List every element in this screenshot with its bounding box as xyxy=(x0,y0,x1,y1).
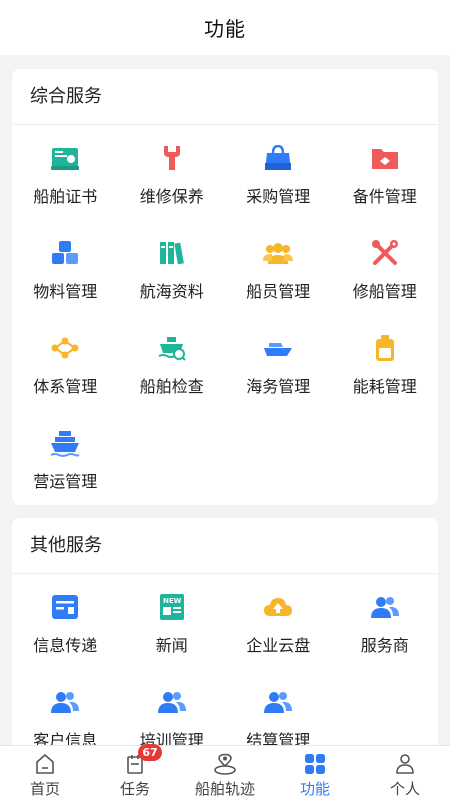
boat-icon xyxy=(263,333,293,363)
service-item-maritime[interactable]: 海务管理 xyxy=(225,315,332,410)
service-item-ship-repair[interactable]: 修船管理 xyxy=(332,220,439,315)
certificate-icon xyxy=(50,143,80,173)
service-label: 船舶证书 xyxy=(33,187,98,206)
home-icon xyxy=(33,752,57,776)
folder-icon xyxy=(370,143,400,173)
service-label: 信息传递 xyxy=(33,636,98,655)
network-icon xyxy=(50,333,80,363)
service-item-materials[interactable]: 物料管理 xyxy=(12,220,119,315)
section-general-services: 综合服务 船舶证书 维修保养 采购管理 备件管理 物料管理 航海资料 船员管理 … xyxy=(12,69,438,505)
service-label: 航海资料 xyxy=(139,282,204,301)
app-header: 功能 xyxy=(0,0,450,55)
service-label: 维修保养 xyxy=(139,187,204,206)
bottom-tab-bar: 首页 67 任务 船舶轨迹 功能 个人 xyxy=(0,744,450,800)
service-label: 服务商 xyxy=(360,636,409,655)
tools-icon xyxy=(370,238,400,268)
books-icon xyxy=(157,238,187,268)
tab-label: 个人 xyxy=(389,780,420,798)
service-item-training[interactable]: 培训管理 xyxy=(119,669,226,745)
service-label: 体系管理 xyxy=(33,377,98,396)
service-item-procurement[interactable]: 采购管理 xyxy=(225,125,332,220)
tab-functions[interactable]: 功能 xyxy=(270,746,360,800)
boxes-icon xyxy=(50,238,80,268)
service-label: 培训管理 xyxy=(139,731,204,745)
users-icon xyxy=(370,592,400,622)
grid-icon xyxy=(303,752,327,776)
service-item-providers[interactable]: 服务商 xyxy=(332,574,439,669)
tab-label: 任务 xyxy=(119,780,150,798)
task-count-badge: 67 xyxy=(138,744,162,761)
tab-label: 功能 xyxy=(299,780,330,798)
crew-icon xyxy=(263,238,294,268)
service-label: 客户信息 xyxy=(33,731,98,745)
service-item-news[interactable]: NEW 新闻 xyxy=(119,574,226,669)
service-item-system-management[interactable]: 体系管理 xyxy=(12,315,119,410)
users-icon xyxy=(50,687,80,717)
service-label: 物料管理 xyxy=(33,282,98,301)
tab-home[interactable]: 首页 xyxy=(0,746,90,800)
svg-text:NEW: NEW xyxy=(163,597,182,605)
service-item-energy[interactable]: 能耗管理 xyxy=(332,315,439,410)
service-label: 结算管理 xyxy=(246,731,311,745)
users-icon xyxy=(157,687,187,717)
service-item-spare-parts[interactable]: 备件管理 xyxy=(332,125,439,220)
users-icon xyxy=(263,687,293,717)
content-area[interactable]: 综合服务 船舶证书 维修保养 采购管理 备件管理 物料管理 航海资料 船员管理 … xyxy=(0,55,450,745)
person-icon xyxy=(393,752,417,776)
cargo-ship-icon xyxy=(50,428,80,458)
service-item-ship-certificate[interactable]: 船舶证书 xyxy=(12,125,119,220)
service-label: 企业云盘 xyxy=(246,636,311,655)
service-item-ship-inspection[interactable]: 船舶检查 xyxy=(119,315,226,410)
service-label: 备件管理 xyxy=(352,187,417,206)
page-title: 功能 xyxy=(204,17,246,41)
message-card-icon xyxy=(50,592,80,622)
fuel-can-icon xyxy=(370,333,400,363)
tab-ship-track[interactable]: 船舶轨迹 xyxy=(180,746,270,800)
service-item-nautical-data[interactable]: 航海资料 xyxy=(119,220,226,315)
location-icon xyxy=(213,752,237,776)
section-other-services: 其他服务 信息传递 NEW 新闻 企业云盘 服务商 客户信息 培训管理 结算管理 xyxy=(12,518,438,745)
section-title: 综合服务 xyxy=(12,69,438,125)
service-label: 营运管理 xyxy=(33,472,98,491)
service-label: 船员管理 xyxy=(246,282,311,301)
service-item-cloud-disk[interactable]: 企业云盘 xyxy=(225,574,332,669)
section-title: 其他服务 xyxy=(12,518,438,574)
service-label: 新闻 xyxy=(155,636,188,655)
tab-profile[interactable]: 个人 xyxy=(360,746,450,800)
service-label: 海务管理 xyxy=(246,377,311,396)
service-item-operations[interactable]: 营运管理 xyxy=(12,410,119,505)
tab-tasks[interactable]: 67 任务 xyxy=(90,744,180,800)
service-label: 采购管理 xyxy=(246,187,311,206)
service-label: 能耗管理 xyxy=(352,377,417,396)
tab-label: 首页 xyxy=(29,780,60,798)
news-icon: NEW xyxy=(157,592,187,622)
service-item-settlement[interactable]: 结算管理 xyxy=(225,669,332,745)
service-label: 修船管理 xyxy=(352,282,417,301)
service-label: 船舶检查 xyxy=(139,377,204,396)
wrench-icon xyxy=(157,143,187,173)
service-item-customers[interactable]: 客户信息 xyxy=(12,669,119,745)
service-item-messaging[interactable]: 信息传递 xyxy=(12,574,119,669)
ship-inspect-icon xyxy=(157,333,187,363)
shopping-bag-icon xyxy=(263,143,293,173)
service-item-crew[interactable]: 船员管理 xyxy=(225,220,332,315)
cloud-upload-icon xyxy=(263,592,293,622)
tab-label: 船舶轨迹 xyxy=(194,780,255,798)
service-item-maintenance[interactable]: 维修保养 xyxy=(119,125,226,220)
